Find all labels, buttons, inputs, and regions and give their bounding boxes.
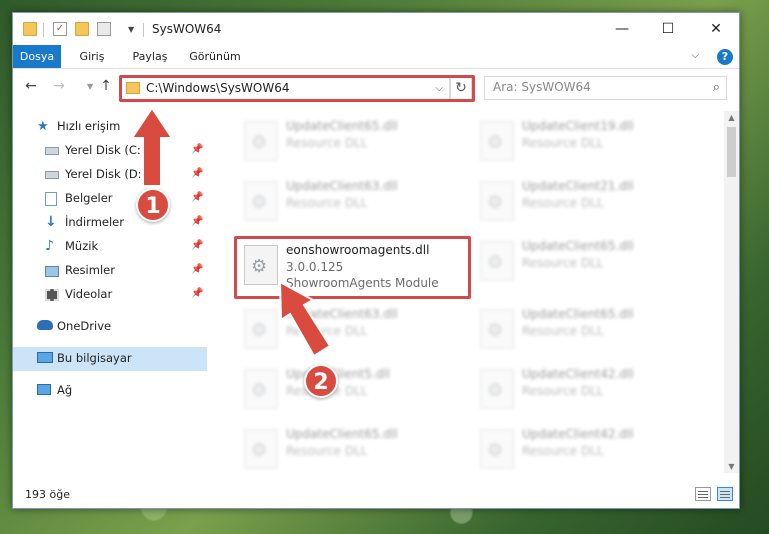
step-badge-1: 1 <box>136 188 170 222</box>
arrow-2-icon <box>278 280 332 358</box>
step-badge-2: 2 <box>304 364 338 398</box>
annotation-arrows <box>130 106 332 358</box>
arrow-1-icon <box>130 106 174 187</box>
